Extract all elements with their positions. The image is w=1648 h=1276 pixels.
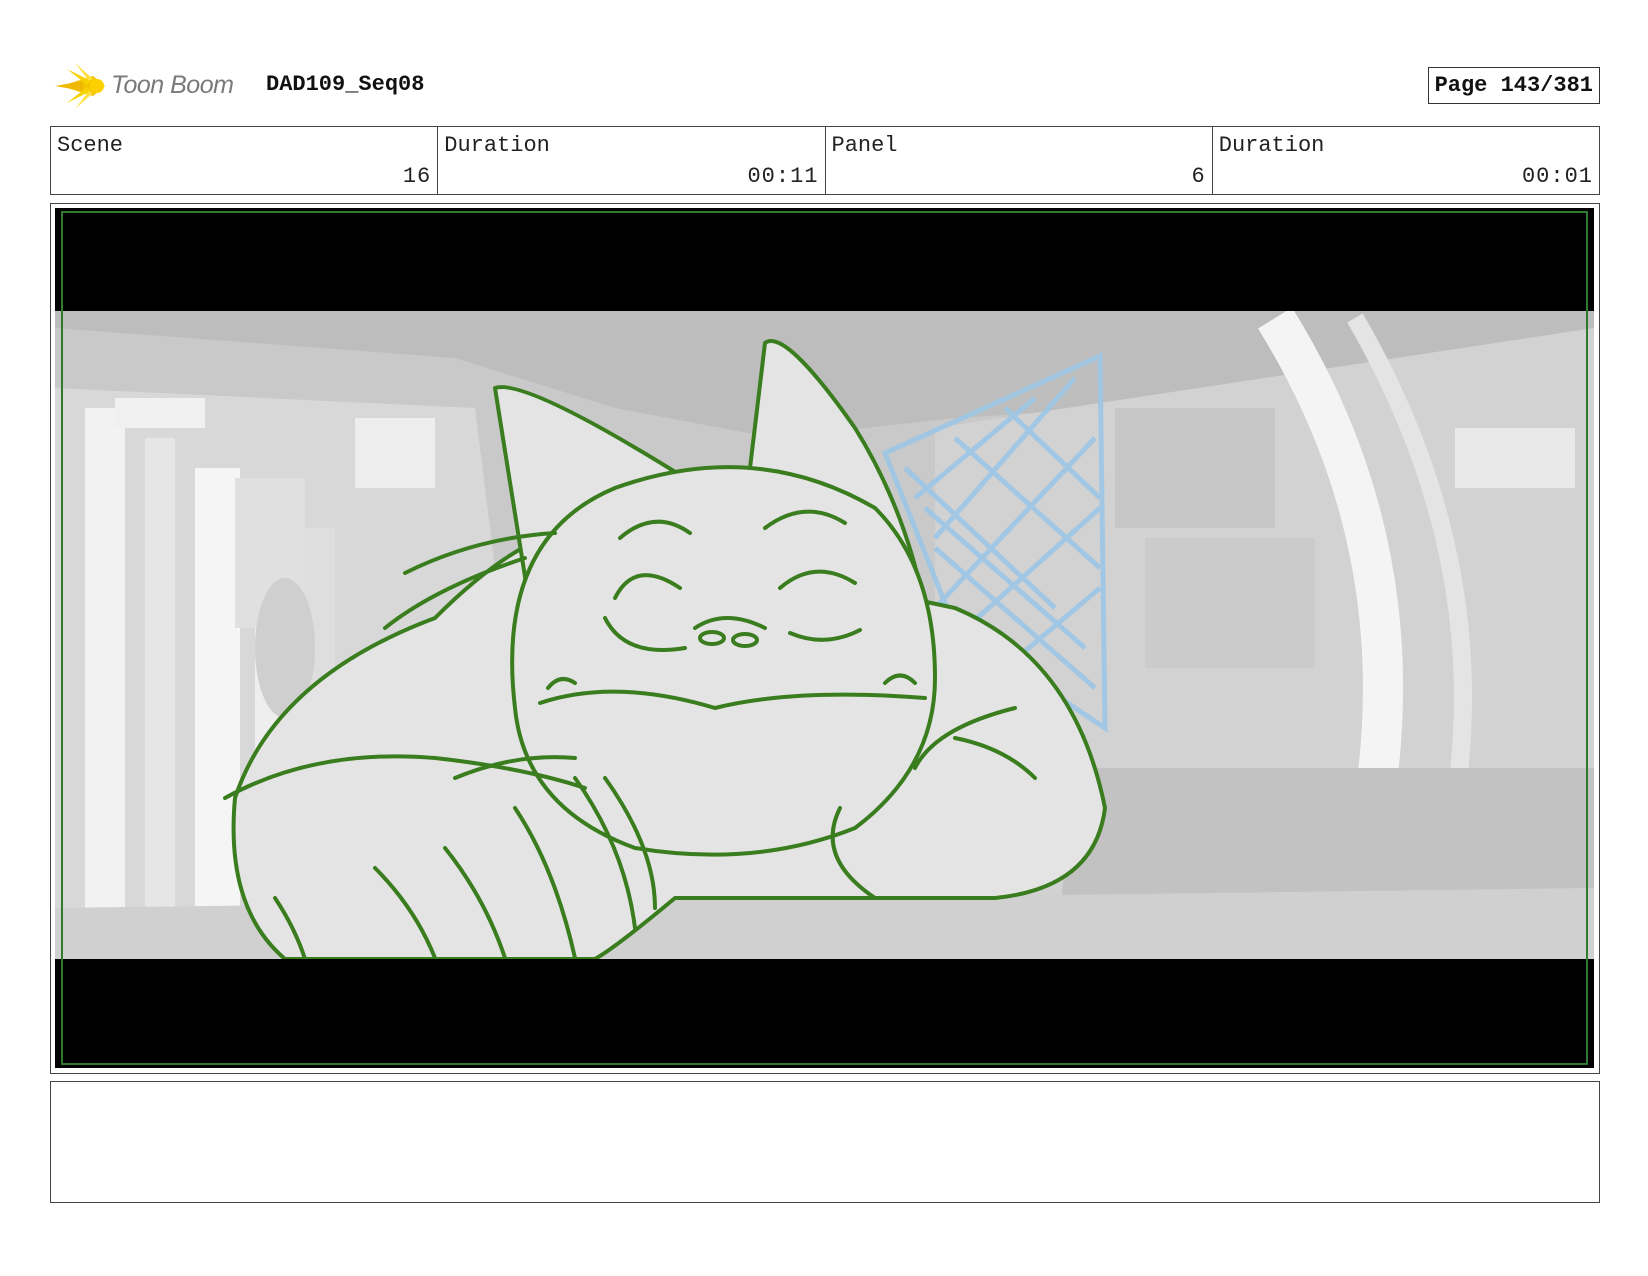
scene-label: Scene (57, 133, 124, 158)
scene-duration-value: 00:11 (747, 164, 819, 189)
sunburst-icon (55, 63, 105, 109)
scene-info-table: Scene 16 Duration 00:11 Panel 6 Duration… (50, 126, 1600, 195)
project-title: DAD109_Seq08 (266, 72, 425, 97)
page-number: Page 143/381 (1427, 67, 1600, 104)
logo-text: Toon Boom (111, 71, 234, 99)
panel-duration-label: Duration (1218, 133, 1325, 158)
scene-duration-label: Duration (444, 133, 550, 158)
storyboard-panel-image (55, 208, 1594, 1068)
toon-boom-logo: Toon Boom (53, 61, 253, 111)
panel-duration-value: 00:01 (1521, 164, 1593, 189)
page-header: Toon Boom DAD109_Seq08 Page 143/381 (50, 58, 1600, 114)
panel-cell: Panel 6 (826, 127, 1213, 194)
panel-label: Panel (831, 133, 898, 158)
scene-cell: Scene 16 (51, 127, 439, 194)
scene-duration-cell: Duration 00:11 (438, 127, 826, 194)
storyboard-panel-frame (50, 203, 1600, 1074)
panel-notes-box (50, 1081, 1600, 1203)
panel-drawing (55, 208, 1594, 1068)
panel-value: 6 (1191, 164, 1206, 189)
panel-duration-cell: Duration 00:01 (1213, 127, 1599, 194)
scene-value: 16 (402, 164, 432, 189)
